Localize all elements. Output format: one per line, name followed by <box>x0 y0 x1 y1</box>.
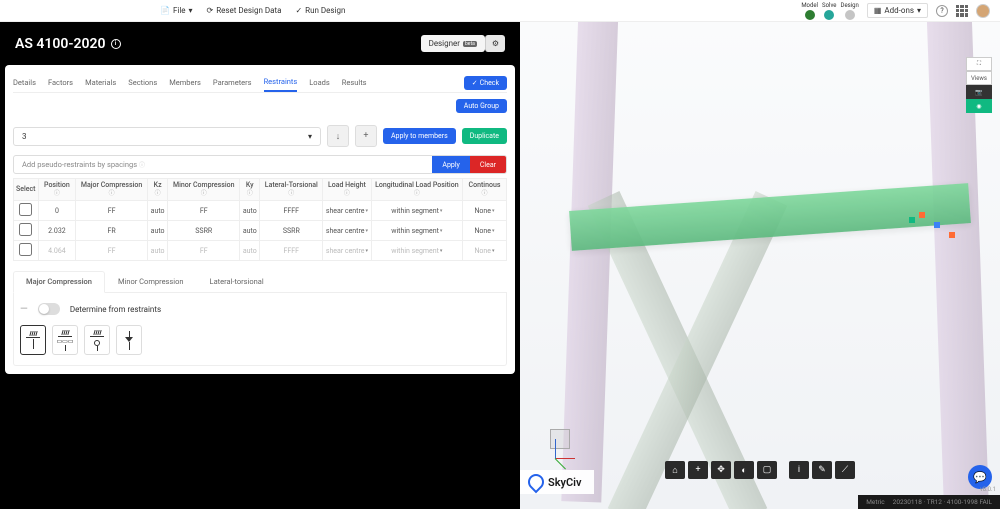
subtab-minor-compression[interactable]: Minor Compression <box>105 271 197 292</box>
column-header: Minor Compression ⓘ <box>168 179 240 201</box>
camera-button[interactable]: 📷 <box>966 85 992 99</box>
solve-status-icon <box>824 10 834 20</box>
views-button[interactable]: Views <box>966 71 992 85</box>
tab-members[interactable]: Members <box>169 74 201 91</box>
tab-details[interactable]: Details <box>13 74 36 91</box>
determine-toggle[interactable] <box>38 303 60 315</box>
help-button[interactable]: ? <box>936 5 948 17</box>
file-menu[interactable]: 📄File ▾ <box>160 6 193 15</box>
duplicate-button[interactable]: Duplicate <box>462 128 507 144</box>
restraint-type-4[interactable] <box>116 325 142 355</box>
run-design-btn[interactable]: ✓Run Design <box>295 6 345 15</box>
add-member-button[interactable]: + <box>355 125 377 147</box>
chevron-down-icon: ▾ <box>917 6 921 15</box>
apply-to-members-button[interactable]: Apply to members <box>383 128 456 144</box>
clear-button[interactable]: Clear <box>470 156 506 173</box>
tab-restraints[interactable]: Restraints <box>264 73 298 92</box>
restraint-type-2[interactable]: ▭▭▭ <box>52 325 78 355</box>
puzzle-icon: ▦ <box>874 6 882 15</box>
column-header: Select <box>14 179 39 201</box>
column-header: Position ⓘ <box>38 179 76 201</box>
subtab-lateral-torsional[interactable]: Lateral-torsional <box>197 271 277 292</box>
tab-materials[interactable]: Materials <box>85 74 116 91</box>
logo-mark-icon <box>525 471 548 494</box>
restraint-type-1[interactable] <box>20 325 46 355</box>
tool-camera[interactable]: ▢ <box>757 461 777 479</box>
table-row[interactable]: 4.064FFautoFFautoFFFFshear centrewithin … <box>14 241 507 261</box>
design-panel: AS 4100-2020i Designerbeta ⚙ Details Fact… <box>0 22 520 509</box>
skyciv-logo: SkyCiv <box>520 470 594 494</box>
tool-move[interactable]: ✥ <box>711 461 731 479</box>
apply-button[interactable]: Apply <box>432 156 469 173</box>
tool-info[interactable]: i <box>789 461 809 479</box>
apps-menu[interactable] <box>956 5 968 17</box>
topbar: 📄File ▾ ⟳Reset Design Data ✓Run Design M… <box>0 0 1000 22</box>
user-avatar[interactable] <box>976 4 990 18</box>
auto-group-button[interactable]: Auto Group <box>456 99 507 113</box>
view-expand-button[interactable]: ⛶ <box>966 57 992 71</box>
tool-home[interactable]: ⌂ <box>665 461 685 479</box>
column-header: Major Compression ⓘ <box>76 179 148 201</box>
column-header: Continous ⓘ <box>462 179 506 201</box>
tab-sections[interactable]: Sections <box>128 74 157 91</box>
row-checkbox[interactable] <box>19 203 32 216</box>
reset-design-btn[interactable]: ⟳Reset Design Data <box>207 6 282 15</box>
node-marker[interactable] <box>919 212 925 218</box>
info-icon[interactable]: i <box>111 39 121 49</box>
status-bar: Metric 20230118 · TR12 · 4100-1998 FAIL <box>858 495 1000 509</box>
prev-member-button[interactable]: ↓ <box>327 125 349 147</box>
viewport-toolbar: ⌂ + ✥ ◐ ▢ i ✎ ⟋ <box>665 461 855 479</box>
chevron-down-icon: ▾ <box>189 6 193 15</box>
check-icon: ✓ <box>295 6 302 15</box>
check-button[interactable]: ✓ Check <box>464 76 507 90</box>
tab-factors[interactable]: Factors <box>48 74 73 91</box>
settings-button[interactable]: ⚙ <box>485 35 505 52</box>
snapshot-button[interactable]: ◉ <box>966 99 992 113</box>
column-header: Ky ⓘ <box>240 179 260 201</box>
info-icon[interactable]: ⓘ <box>139 162 145 169</box>
node-marker[interactable] <box>934 222 940 228</box>
page-title: AS 4100-2020i <box>15 36 121 52</box>
column-header: Lateral-Torsional ⓘ <box>260 179 323 201</box>
version-label: v8.0.1 <box>980 486 996 493</box>
determine-label: Determine from restraints <box>70 305 161 314</box>
restraint-type-3[interactable] <box>84 325 110 355</box>
design-tabs: Details Factors Materials Sections Members Pa… <box>13 73 507 93</box>
compression-tabs: Major CompressionMinor CompressionLatera… <box>13 271 507 293</box>
designer-mode-btn[interactable]: Designerbeta <box>421 35 485 52</box>
file-icon: 📄 <box>160 6 170 15</box>
pseudo-restraints-input[interactable]: Add pseudo-restraints by spacings ⓘ <box>14 156 432 173</box>
member-select[interactable]: 3▾ <box>13 127 321 146</box>
column-header: Kz ⓘ <box>147 179 168 201</box>
gear-icon: ⚙ <box>492 39 499 48</box>
status-indicators: Model Solve Design <box>801 2 859 20</box>
tool-measure[interactable]: ⟋ <box>835 461 855 479</box>
subtab-major-compression[interactable]: Major Compression <box>13 271 105 293</box>
tool-light[interactable]: ◐ <box>734 461 754 479</box>
tool-add[interactable]: + <box>688 461 708 479</box>
3d-viewport[interactable]: ⛶ Views 📷 ◉ SkyCiv ⌂ + ✥ ◐ ▢ i ✎ ⟋ 💬 v8.… <box>520 22 1000 509</box>
tool-edit[interactable]: ✎ <box>812 461 832 479</box>
table-row[interactable]: 0FFautoFFautoFFFFshear centrewithin segm… <box>14 201 507 221</box>
model-status-icon <box>805 10 815 20</box>
drag-handle-icon: — <box>20 304 28 315</box>
row-checkbox[interactable] <box>19 243 32 256</box>
tab-loads[interactable]: Loads <box>309 74 330 91</box>
chevron-down-icon: ▾ <box>308 132 312 141</box>
table-row[interactable]: 2.032FRautoSSRRautoSSRRshear centrewithi… <box>14 221 507 241</box>
addons-menu[interactable]: ▦Add-ons▾ <box>867 3 928 18</box>
axis-orientation-widget[interactable] <box>540 424 580 464</box>
tab-parameters[interactable]: Parameters <box>213 74 252 91</box>
tab-results[interactable]: Results <box>342 74 367 91</box>
row-checkbox[interactable] <box>19 223 32 236</box>
node-marker[interactable] <box>909 217 915 223</box>
design-status-icon <box>845 10 855 20</box>
node-marker[interactable] <box>949 232 955 238</box>
column-header: Load Height ⓘ <box>323 179 372 201</box>
restraints-table: SelectPosition ⓘMajor Compression ⓘKz ⓘM… <box>13 178 507 261</box>
column-header: Longitudinal Load Position ⓘ <box>371 179 462 201</box>
refresh-icon: ⟳ <box>207 6 214 15</box>
